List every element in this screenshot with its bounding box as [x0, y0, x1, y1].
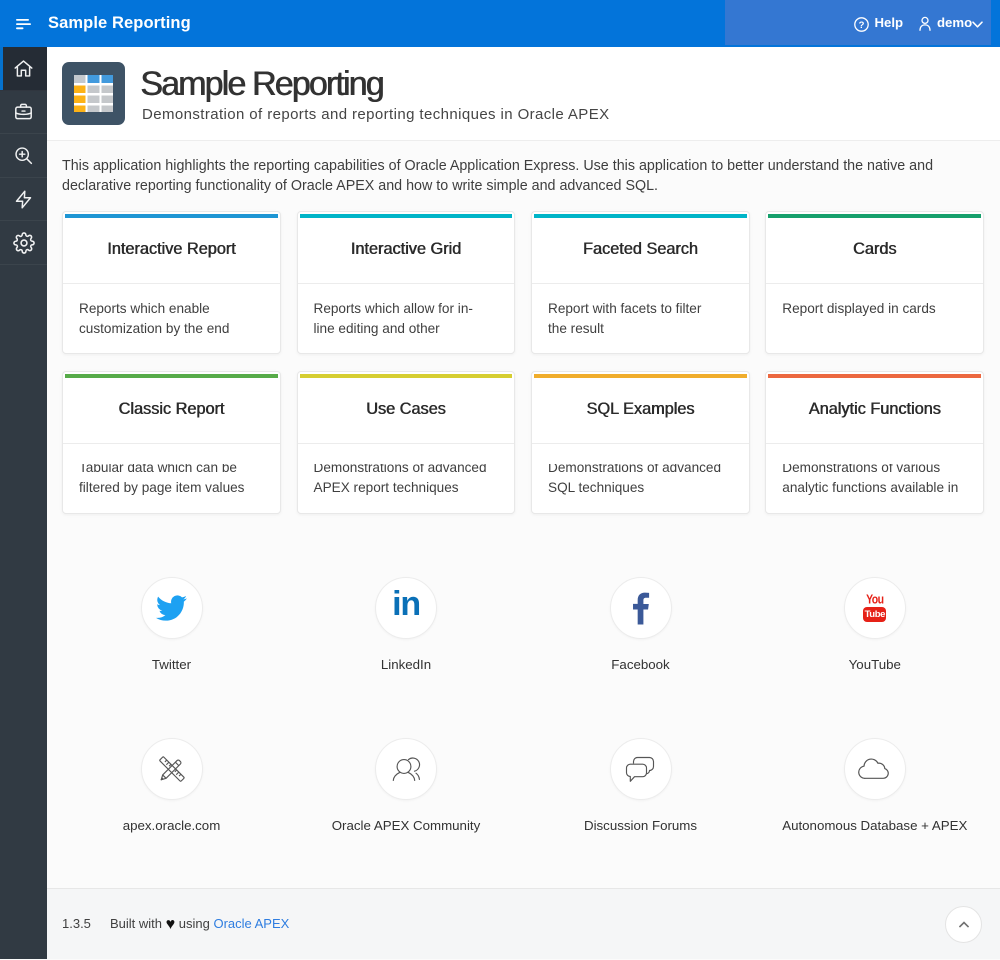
svg-text:?: ? — [859, 20, 865, 31]
